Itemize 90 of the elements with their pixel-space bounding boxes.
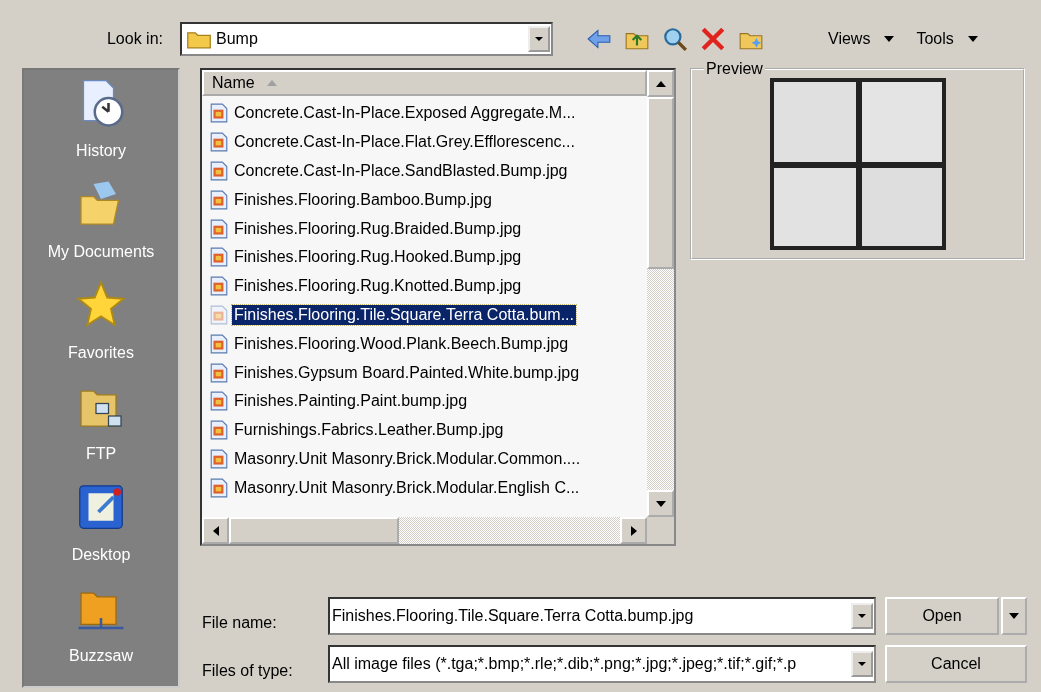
search-icon[interactable] bbox=[662, 26, 688, 52]
places-item[interactable]: FTP bbox=[26, 375, 176, 476]
caret-icon bbox=[857, 661, 867, 667]
file-name: Finishes.Flooring.Bamboo.Bump.jpg bbox=[233, 189, 493, 210]
file-name: Finishes.Gypsum Board.Painted.White.bump.jpg bbox=[233, 362, 581, 383]
file-item[interactable]: Masonry.Unit Masonry.Brick.Modular.English C... bbox=[210, 473, 647, 503]
file-item[interactable]: Finishes.Flooring.Wood.Plank.Beech.Bump.jpg bbox=[210, 329, 647, 359]
scrollbar-corner bbox=[647, 517, 674, 544]
horizontal-scrollbar[interactable] bbox=[202, 517, 647, 544]
image-file-icon bbox=[210, 304, 228, 325]
file-item[interactable]: Finishes.Flooring.Bamboo.Bump.jpg bbox=[210, 185, 647, 215]
places-item[interactable]: Favorites bbox=[26, 274, 176, 375]
down-triangle-icon bbox=[655, 500, 666, 507]
file-name: Finishes.Flooring.Rug.Knotted.Bump.jpg bbox=[233, 276, 523, 297]
preview-label: Preview bbox=[705, 60, 764, 78]
file-name: Finishes.Flooring.Tile.Square.Terra Cotta.bum... bbox=[232, 304, 576, 325]
cancel-button[interactable]: Cancel bbox=[885, 645, 1027, 683]
folder-icon bbox=[186, 29, 212, 49]
file-item[interactable]: Masonry.Unit Masonry.Brick.Modular.Common.... bbox=[210, 444, 647, 474]
file-name: Masonry.Unit Masonry.Brick.Modular.Common.... bbox=[233, 448, 582, 469]
scroll-left-button[interactable] bbox=[202, 517, 229, 544]
scroll-right-button[interactable] bbox=[620, 517, 647, 544]
file-name: Concrete.Cast-In-Place.Exposed Aggregate.M... bbox=[233, 103, 577, 124]
file-type-label: Files of type: bbox=[201, 661, 294, 680]
image-file-icon bbox=[210, 391, 228, 412]
file-item[interactable]: Furnishings.Fabrics.Leather.Bump.jpg bbox=[210, 415, 647, 445]
dropdown-arrow-button[interactable] bbox=[851, 651, 873, 677]
file-item[interactable]: Finishes.Flooring.Tile.Square.Terra Cotta.bum... bbox=[210, 300, 647, 330]
caret-icon bbox=[857, 613, 867, 619]
file-item[interactable]: Concrete.Cast-In-Place.Exposed Aggregate.M... bbox=[210, 99, 647, 128]
file-name: Finishes.Flooring.Rug.Braided.Bump.jpg bbox=[233, 218, 523, 239]
image-file-icon bbox=[210, 247, 228, 268]
back-arrow-icon[interactable] bbox=[586, 26, 612, 52]
star-icon bbox=[76, 280, 126, 330]
look-in-label: Look in: bbox=[105, 30, 164, 48]
caret-icon bbox=[534, 36, 544, 42]
image-file-icon bbox=[210, 161, 228, 181]
file-type-dropdown[interactable]: All image files (*.tga;*.bmp;*.rle;*.dib;*.png;*.jpg;*.jpeg;*.tif;*.gif;*.p bbox=[328, 645, 876, 683]
sort-arrow-icon bbox=[266, 80, 277, 86]
image-file-icon bbox=[210, 448, 228, 469]
file-item[interactable]: Finishes.Gypsum Board.Painted.White.bump.jpg bbox=[210, 358, 647, 387]
open-button[interactable]: Open bbox=[885, 597, 999, 635]
look-in-dropdown[interactable]: Bump bbox=[180, 22, 553, 56]
dropdown-arrow-button[interactable] bbox=[851, 603, 873, 629]
file-name: Concrete.Cast-In-Place.Flat.Grey.Efflorescenc... bbox=[233, 132, 576, 153]
file-name: Finishes.Painting.Paint.bump.jpg bbox=[233, 391, 469, 412]
image-file-icon bbox=[210, 362, 228, 383]
places-item[interactable]: History bbox=[26, 72, 176, 173]
file-item[interactable]: Finishes.Flooring.Rug.Hooked.Bump.jpg bbox=[210, 243, 647, 272]
file-name: Furnishings.Fabrics.Leather.Bump.jpg bbox=[233, 420, 505, 441]
caret-icon bbox=[1009, 613, 1019, 619]
open-options-button[interactable] bbox=[1001, 597, 1027, 635]
places-item[interactable]: Desktop bbox=[26, 476, 176, 577]
image-file-icon bbox=[210, 103, 228, 124]
caret-icon bbox=[884, 36, 895, 42]
desktop-icon bbox=[76, 482, 126, 532]
file-name: Finishes.Flooring.Wood.Plank.Beech.Bump.jpg bbox=[233, 333, 570, 354]
image-file-icon bbox=[210, 132, 228, 153]
dropdown-arrow-button[interactable] bbox=[528, 26, 550, 52]
file-name: Finishes.Flooring.Rug.Hooked.Bump.jpg bbox=[233, 247, 523, 268]
up-triangle-icon bbox=[655, 80, 666, 87]
file-name-label: File name: bbox=[201, 613, 278, 632]
scroll-thumb[interactable] bbox=[647, 97, 674, 269]
file-name: Concrete.Cast-In-Place.SandBlasted.Bump.jpg bbox=[233, 161, 569, 181]
scroll-down-button[interactable] bbox=[647, 490, 674, 517]
image-file-icon bbox=[210, 189, 228, 210]
image-file-icon bbox=[210, 276, 228, 297]
file-item[interactable]: Concrete.Cast-In-Place.SandBlasted.Bump.jpg bbox=[210, 156, 647, 186]
image-file-icon bbox=[210, 420, 228, 441]
right-triangle-icon bbox=[630, 525, 637, 536]
tools-menu[interactable]: Tools bbox=[912, 30, 982, 48]
file-name-field[interactable]: Finishes.Flooring.Tile.Square.Terra Cotta.bump.jpg bbox=[328, 597, 876, 635]
file-item[interactable]: Concrete.Cast-In-Place.Flat.Grey.Efflorescenc... bbox=[210, 127, 647, 157]
file-name: Masonry.Unit Masonry.Brick.Modular.English C... bbox=[233, 477, 581, 498]
places-item[interactable]: My Documents bbox=[26, 173, 176, 274]
scroll-up-button[interactable] bbox=[647, 70, 674, 97]
image-file-icon bbox=[210, 218, 228, 239]
scroll-thumb[interactable] bbox=[229, 517, 399, 544]
views-menu[interactable]: Views bbox=[824, 30, 899, 48]
image-file-icon bbox=[210, 333, 228, 354]
left-triangle-icon bbox=[212, 525, 219, 536]
file-item[interactable]: Finishes.Flooring.Rug.Braided.Bump.jpg bbox=[210, 214, 647, 243]
file-item[interactable]: Finishes.Painting.Paint.bump.jpg bbox=[210, 386, 647, 416]
places-item[interactable]: Buzzsaw bbox=[26, 577, 176, 678]
delete-icon[interactable] bbox=[700, 26, 726, 52]
file-item[interactable]: Finishes.Flooring.Rug.Knotted.Bump.jpg bbox=[210, 271, 647, 301]
name-column-header[interactable]: Name bbox=[202, 70, 647, 96]
caret-icon bbox=[967, 36, 978, 42]
vertical-scrollbar[interactable] bbox=[647, 70, 674, 544]
image-file-icon bbox=[210, 477, 228, 498]
